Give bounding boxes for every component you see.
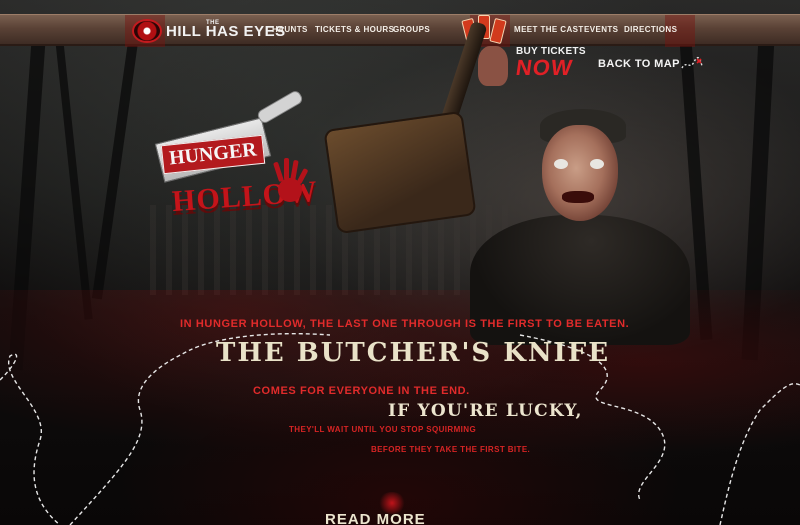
tagline-line-1: In Hunger Hollow, the last one through i… xyxy=(180,318,630,330)
buy-tickets-now-button[interactable]: BUY TICKETS NOW xyxy=(514,46,585,80)
site-logo[interactable]: THE HILL HAS EYES xyxy=(132,14,286,48)
hunger-hollow-logo: HUNGER HOLLOW xyxy=(154,88,319,242)
eye-icon xyxy=(132,19,162,43)
nav-meet-the-cast[interactable]: MEET THE CAST xyxy=(514,25,584,34)
zombie-hand xyxy=(478,46,508,86)
read-more-link[interactable]: READ MORE xyxy=(325,511,426,525)
tagline-line-5: they'll wait until you stop squirming xyxy=(289,425,477,434)
map-trail-icon xyxy=(681,56,703,69)
back-to-map-link[interactable]: BACK TO MAP xyxy=(598,58,680,70)
tagline-line-4: If you're lucky, xyxy=(388,401,583,421)
logo-the: THE xyxy=(206,19,220,26)
bloody-handprint-icon xyxy=(273,158,308,202)
tagline-line-3: comes for everyone in the end. xyxy=(253,385,470,397)
nav-haunts[interactable]: HAUNTS xyxy=(272,25,308,34)
chainsaw xyxy=(323,110,477,235)
logo-name: HILL HAS EYES xyxy=(166,22,286,40)
nav-directions[interactable]: DIRECTIONS xyxy=(624,25,677,34)
nav-tickets-hours[interactable]: TICKETS & HOURS xyxy=(315,25,394,34)
buy-now-label: NOW xyxy=(514,55,575,80)
nav-events[interactable]: EVENTS xyxy=(584,25,618,34)
nav-groups[interactable]: GROUPS xyxy=(393,25,430,34)
tagline-line-6: before they take the first bite. xyxy=(371,445,531,454)
tagline-headline: The Butcher's Knife xyxy=(216,338,611,368)
